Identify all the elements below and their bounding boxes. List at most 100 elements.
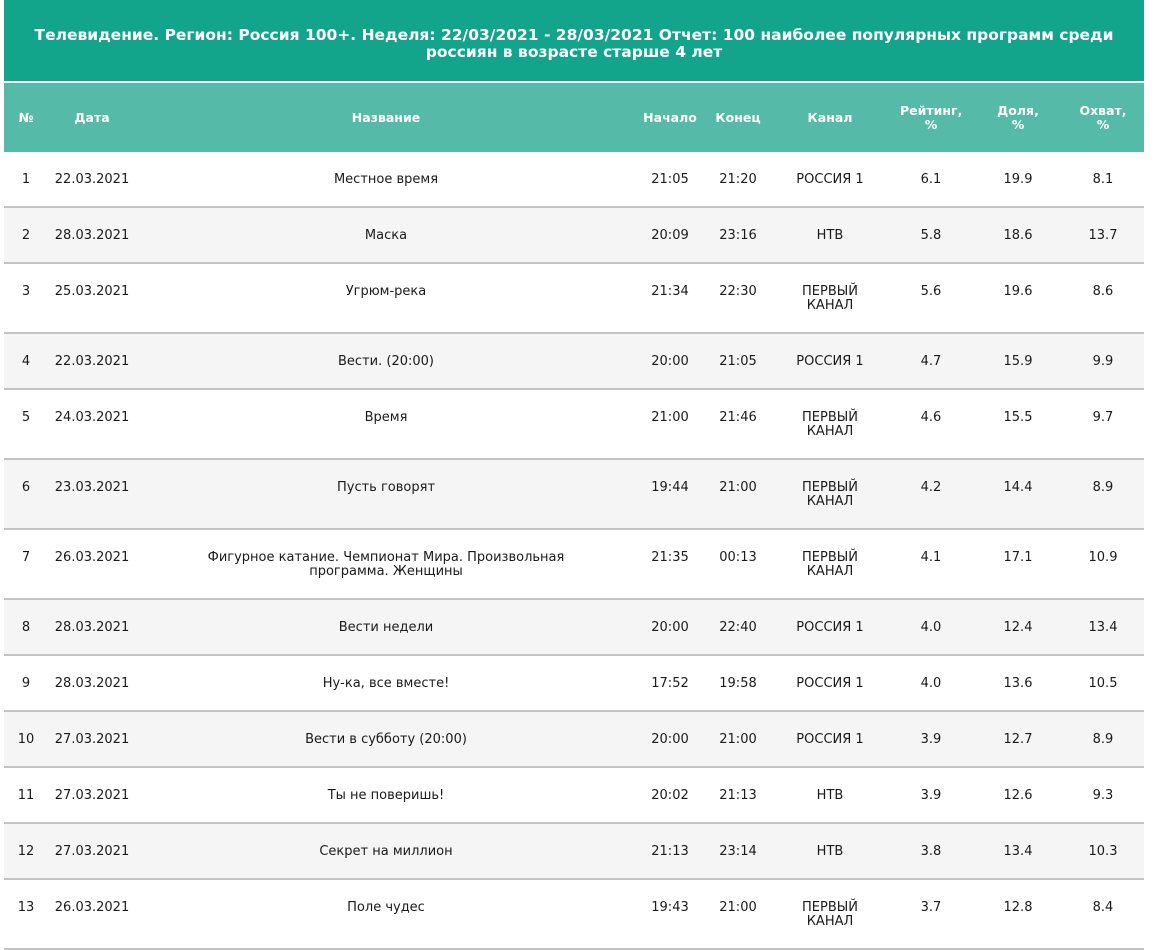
cell-rating-text: 4.6 bbox=[920, 410, 942, 425]
col-header-name[interactable]: Название bbox=[136, 81, 636, 152]
cell-rating: 3.8 bbox=[888, 823, 974, 880]
cell-rating: 4.6 bbox=[888, 389, 974, 460]
cell-name-text: Вести. (20:00) bbox=[338, 354, 434, 369]
cell-num: 7 bbox=[4, 529, 48, 600]
cell-date: 27.03.2021 bbox=[48, 711, 136, 768]
cell-name: Местное время bbox=[136, 152, 636, 208]
cell-channel-text: НТВ bbox=[816, 228, 844, 243]
cell-share-text: 13.4 bbox=[1003, 844, 1033, 859]
cell-rating-text: 5.6 bbox=[920, 284, 942, 299]
cell-share: 12.8 bbox=[974, 879, 1062, 950]
cell-end: 21:46 bbox=[704, 389, 772, 460]
table-row[interactable]: 13 26.03.2021 Поле чудес 19:43 21:00 ПЕРВЫЙ К… bbox=[4, 879, 1144, 950]
table-row[interactable]: 11 27.03.2021 Ты не поверишь! 20:02 21:13 НТВ… bbox=[4, 767, 1144, 824]
cell-num-text: 1 bbox=[21, 172, 31, 187]
cell-rating-text: 4.0 bbox=[920, 620, 942, 635]
cell-date: 25.03.2021 bbox=[48, 263, 136, 334]
table-row[interactable]: 1 22.03.2021 Местное время 21:05 21:20 РОССИЯ… bbox=[4, 152, 1144, 208]
cell-share-text: 18.6 bbox=[1003, 228, 1033, 243]
cell-share: 12.7 bbox=[974, 711, 1062, 768]
cell-name-text: Пусть говорят bbox=[336, 480, 436, 495]
cell-channel: РОССИЯ 1 bbox=[772, 599, 888, 656]
col-header-date[interactable]: Дата bbox=[48, 81, 136, 152]
cell-name: Фигурное катание. Чемпионат Мира. Произв… bbox=[136, 529, 636, 600]
cell-start: 20:02 bbox=[636, 767, 704, 824]
cell-channel: ПЕРВЫЙ КАНАЛ bbox=[772, 459, 888, 530]
table-row[interactable]: 3 25.03.2021 Угрюм-река 21:34 22:30 ПЕРВЫЙ КА… bbox=[4, 263, 1144, 334]
cell-name-text: Вести в субботу (20:00) bbox=[305, 732, 467, 747]
cell-channel: ПЕРВЫЙ КАНАЛ bbox=[772, 389, 888, 460]
table-row[interactable]: 9 28.03.2021 Ну-ка, все вместе! 17:52 19:58 Р… bbox=[4, 655, 1144, 712]
cell-reach: 10.9 bbox=[1062, 529, 1144, 600]
cell-num-text: 2 bbox=[21, 228, 31, 243]
col-header-rating[interactable]: Рейтинг, % bbox=[888, 81, 974, 152]
cell-start: 20:00 bbox=[636, 333, 704, 390]
cell-reach-text: 8.1 bbox=[1092, 172, 1114, 187]
cell-reach: 8.1 bbox=[1062, 152, 1144, 208]
cell-share-text: 12.7 bbox=[1003, 732, 1033, 747]
table-row[interactable]: 10 27.03.2021 Вести в субботу (20:00) 20:00… bbox=[4, 711, 1144, 768]
table-row[interactable]: 4 22.03.2021 Вести. (20:00) 20:00 21:05 РОССИ… bbox=[4, 333, 1144, 390]
col-header-end[interactable]: Конец bbox=[704, 81, 772, 152]
cell-num: 10 bbox=[4, 711, 48, 768]
cell-channel: ПЕРВЫЙ КАНАЛ bbox=[772, 529, 888, 600]
cell-reach-text: 9.9 bbox=[1092, 354, 1114, 369]
cell-end-text: 19:58 bbox=[719, 676, 757, 691]
cell-date-text: 28.03.2021 bbox=[54, 620, 130, 635]
cell-share: 15.9 bbox=[974, 333, 1062, 390]
col-header-num[interactable]: № bbox=[4, 81, 48, 152]
cell-rating-text: 4.0 bbox=[920, 676, 942, 691]
cell-start: 21:34 bbox=[636, 263, 704, 334]
cell-reach-text: 8.4 bbox=[1092, 900, 1114, 915]
cell-name: Маска bbox=[136, 207, 636, 264]
col-header-reach[interactable]: Охват, % bbox=[1062, 81, 1144, 152]
cell-rating-text: 6.1 bbox=[920, 172, 942, 187]
col-header-rating-label: Рейтинг, % bbox=[900, 102, 963, 132]
cell-share: 19.9 bbox=[974, 152, 1062, 208]
cell-start: 20:00 bbox=[636, 599, 704, 656]
cell-end-text: 21:05 bbox=[719, 354, 757, 369]
cell-num-text: 13 bbox=[17, 900, 35, 915]
cell-num: 6 bbox=[4, 459, 48, 530]
cell-name: Пусть говорят bbox=[136, 459, 636, 530]
cell-num: 9 bbox=[4, 655, 48, 712]
cell-date: 26.03.2021 bbox=[48, 879, 136, 950]
col-header-channel[interactable]: Канал bbox=[772, 81, 888, 152]
cell-reach-text: 10.9 bbox=[1088, 550, 1118, 565]
report-container: Телевидение. Регион: Россия 100+. Неделя… bbox=[4, 0, 1144, 950]
cell-start-text: 17:52 bbox=[651, 676, 689, 691]
cell-name: Ты не поверишь! bbox=[136, 767, 636, 824]
table-row[interactable]: 7 26.03.2021 Фигурное катание. Чемпионат М… bbox=[4, 529, 1144, 600]
cell-rating: 3.9 bbox=[888, 767, 974, 824]
cell-start-text: 21:05 bbox=[651, 172, 689, 187]
table-row[interactable]: 12 27.03.2021 Секрет на миллион 21:13 23:14 Н… bbox=[4, 823, 1144, 880]
cell-channel: НТВ bbox=[772, 823, 888, 880]
cell-channel-text: НТВ bbox=[816, 844, 844, 859]
cell-share: 14.4 bbox=[974, 459, 1062, 530]
cell-end-text: 21:00 bbox=[719, 480, 757, 495]
col-header-start[interactable]: Начало bbox=[636, 81, 704, 152]
cell-start: 21:35 bbox=[636, 529, 704, 600]
cell-start-text: 20:00 bbox=[651, 620, 689, 635]
table-row[interactable]: 8 28.03.2021 Вести недели 20:00 22:40 РОССИЯ … bbox=[4, 599, 1144, 656]
cell-channel-text: РОССИЯ 1 bbox=[796, 620, 864, 635]
table-row[interactable]: 6 23.03.2021 Пусть говорят 19:44 21:00 ПЕРВЫЙ… bbox=[4, 459, 1144, 530]
cell-date: 28.03.2021 bbox=[48, 599, 136, 656]
cell-channel-text: РОССИЯ 1 bbox=[796, 732, 864, 747]
cell-date-text: 27.03.2021 bbox=[54, 844, 130, 859]
cell-start-text: 20:00 bbox=[651, 354, 689, 369]
cell-share-text: 12.8 bbox=[1003, 900, 1033, 915]
cell-reach: 8.6 bbox=[1062, 263, 1144, 334]
cell-start-text: 21:34 bbox=[651, 284, 689, 299]
cell-reach-text: 13.4 bbox=[1088, 620, 1118, 635]
table-row[interactable]: 2 28.03.2021 Маска 20:09 23:16 НТВ 5.8 18.6 13.7 bbox=[4, 207, 1144, 264]
cell-end-text: 23:14 bbox=[719, 844, 757, 859]
col-header-share[interactable]: Доля, % bbox=[974, 81, 1062, 152]
cell-date-text: 27.03.2021 bbox=[54, 788, 130, 803]
cell-channel: РОССИЯ 1 bbox=[772, 152, 888, 208]
cell-share: 12.4 bbox=[974, 599, 1062, 656]
cell-name: Секрет на миллион bbox=[136, 823, 636, 880]
cell-date: 22.03.2021 bbox=[48, 152, 136, 208]
cell-end: 23:14 bbox=[704, 823, 772, 880]
table-row[interactable]: 5 24.03.2021 Время 21:00 21:46 ПЕРВЫЙ КАНАЛ 4.… bbox=[4, 389, 1144, 460]
